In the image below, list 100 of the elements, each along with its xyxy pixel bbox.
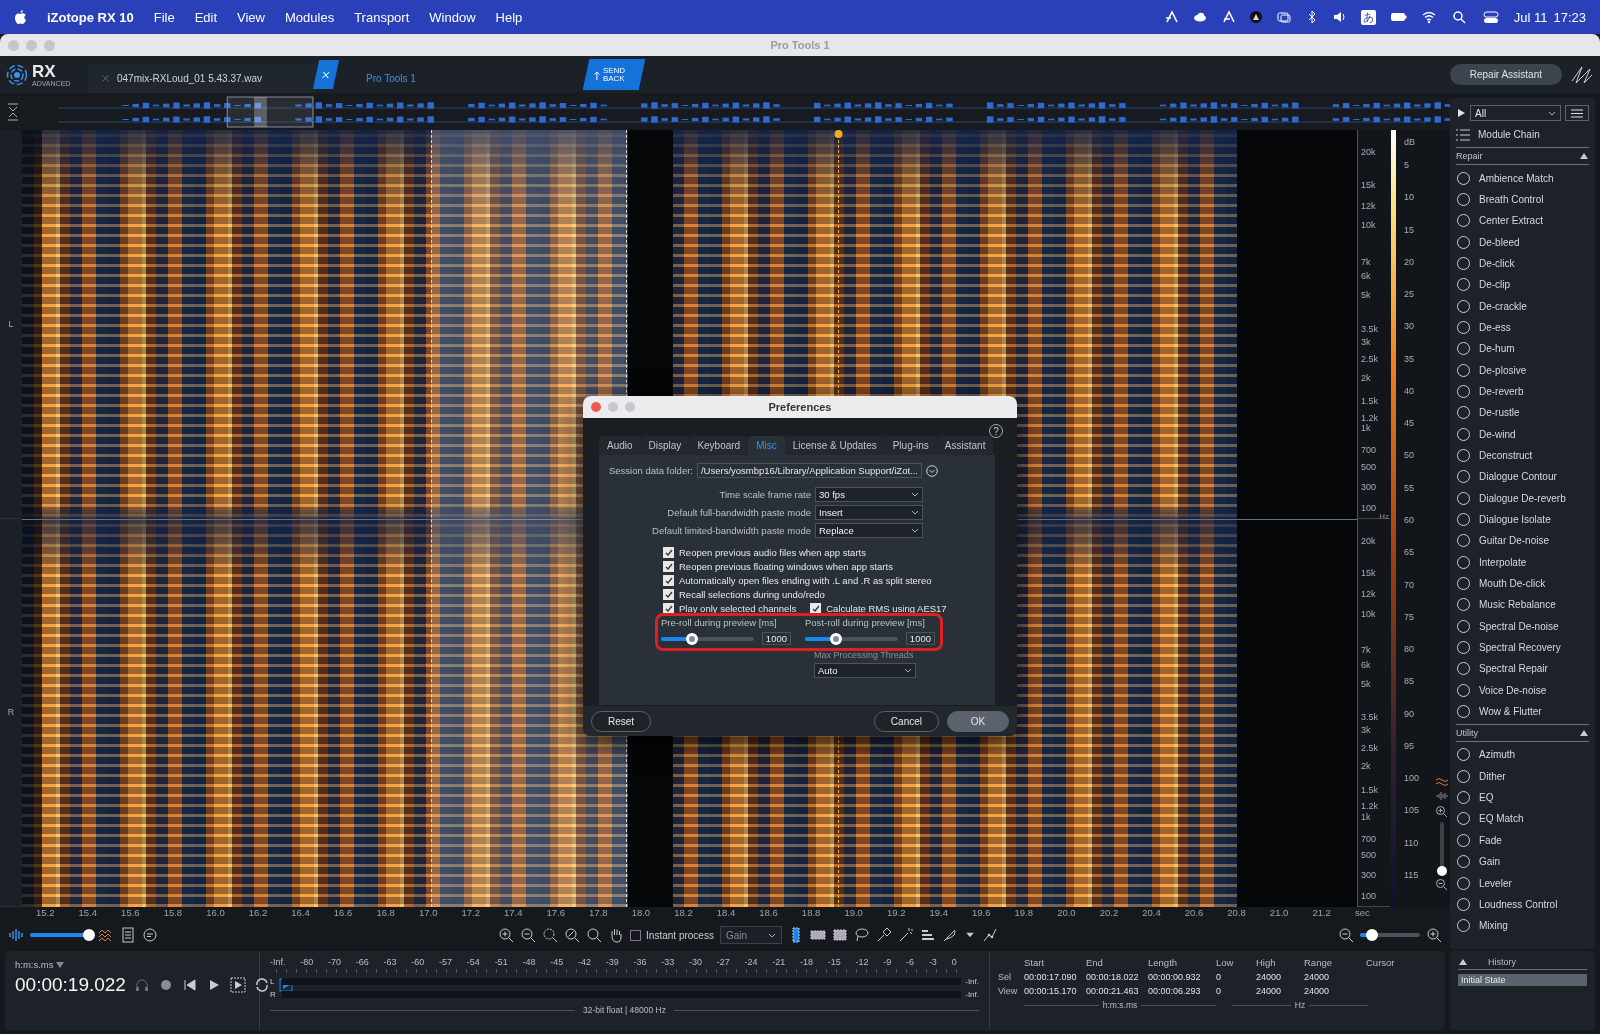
- module-item[interactable]: EQ: [1456, 786, 1589, 809]
- blend-slider-thumb[interactable]: [82, 929, 95, 941]
- rectangle-selection-icon[interactable]: [831, 927, 848, 943]
- zoom-out-icon[interactable]: [1338, 927, 1354, 943]
- battery-icon[interactable]: [1389, 10, 1407, 24]
- module-item[interactable]: De-bleed: [1456, 231, 1589, 253]
- app-menu[interactable]: iZotope RX 10: [47, 9, 134, 25]
- preferences-tab[interactable]: Misc: [748, 436, 785, 455]
- hand-icon[interactable]: [608, 927, 625, 943]
- module-item[interactable]: Voice De-noise: [1456, 679, 1589, 701]
- module-item[interactable]: De-rustle: [1456, 402, 1589, 424]
- slider-thumb[interactable]: [685, 632, 698, 645]
- volume-icon[interactable]: [1332, 10, 1347, 24]
- skip-back-icon[interactable]: [181, 977, 198, 993]
- curve-icon[interactable]: [981, 927, 998, 943]
- module-item[interactable]: Breath Control: [1456, 188, 1589, 211]
- module-item[interactable]: Spectral De-noise: [1456, 615, 1589, 637]
- repair-assistant-button[interactable]: Repair Assistant: [1449, 64, 1562, 85]
- module-item[interactable]: Loudness Control: [1456, 893, 1589, 916]
- zoom-in-icon[interactable]: [498, 927, 515, 943]
- notes-icon[interactable]: [120, 927, 136, 943]
- module-filter-dropdown[interactable]: All: [1470, 105, 1561, 121]
- dropdown[interactable]: 30 fps: [815, 487, 923, 502]
- lasso-icon[interactable]: [853, 927, 870, 943]
- vertical-zoom-thumb[interactable]: [1436, 866, 1447, 877]
- play-selection-icon[interactable]: [229, 977, 246, 993]
- play-icon[interactable]: [1456, 108, 1466, 118]
- spectrum-icon[interactable]: [98, 927, 114, 943]
- module-item[interactable]: Deconstruct: [1456, 444, 1589, 467]
- module-item[interactable]: Fade: [1456, 829, 1589, 851]
- preferences-tab[interactable]: License & Updates: [784, 436, 885, 455]
- apple-icon[interactable]: [14, 9, 27, 25]
- module-item[interactable]: Dialogue Isolate: [1456, 508, 1589, 531]
- group-header[interactable]: Utility: [1456, 724, 1589, 743]
- module-item[interactable]: De-ess: [1456, 316, 1589, 339]
- group-header[interactable]: Repair: [1456, 147, 1589, 166]
- module-item[interactable]: De-hum: [1456, 338, 1589, 360]
- menu-item[interactable]: Modules: [285, 9, 335, 25]
- a-logo-icon[interactable]: [1220, 10, 1235, 24]
- chevron-down-icon[interactable]: [926, 464, 938, 477]
- module-item[interactable]: Ambience Match: [1456, 167, 1589, 189]
- preferences-tab[interactable]: Audio: [599, 436, 641, 455]
- chat-icon[interactable]: [142, 927, 158, 943]
- preferences-tab[interactable]: Display: [640, 436, 690, 455]
- module-item[interactable]: Gain: [1456, 851, 1589, 873]
- zoom-out-icon[interactable]: [520, 927, 537, 943]
- module-item[interactable]: Leveler: [1456, 872, 1589, 894]
- module-item[interactable]: Dialogue De-reverb: [1456, 487, 1589, 509]
- dialog-button[interactable]: OK: [947, 710, 1009, 732]
- wave-icon[interactable]: [1435, 777, 1448, 787]
- module-item[interactable]: De-reverb: [1456, 380, 1589, 403]
- collapse-triangle-icon[interactable]: [1458, 958, 1468, 966]
- dialog-button[interactable]: Reset: [591, 710, 652, 732]
- close-window-button[interactable]: [591, 402, 601, 412]
- send-back-button[interactable]: SEND BACK: [582, 59, 646, 90]
- module-item[interactable]: Spectral Recovery: [1456, 636, 1589, 659]
- slider-thumb[interactable]: [829, 632, 842, 645]
- slider-value-field[interactable]: 1000: [761, 632, 791, 645]
- frequency-selection-icon[interactable]: [809, 927, 826, 943]
- module-item[interactable]: Interpolate: [1456, 551, 1589, 573]
- zoom-out-icon[interactable]: [1435, 878, 1448, 891]
- brush-icon[interactable]: [875, 927, 892, 943]
- module-item[interactable]: De-wind: [1456, 423, 1589, 445]
- windows-icon[interactable]: [1276, 10, 1291, 24]
- module-item[interactable]: De-crackle: [1456, 295, 1589, 317]
- preferences-tab[interactable]: Keyboard: [689, 436, 749, 455]
- menu-item[interactable]: Transport: [354, 9, 410, 25]
- module-item[interactable]: EQ Match: [1456, 808, 1589, 830]
- module-item[interactable]: Wow & Flutter: [1456, 700, 1589, 723]
- control-center-icon[interactable]: [1482, 10, 1500, 24]
- zoom-selection-icon[interactable]: [542, 927, 559, 943]
- module-item[interactable]: Guitar De-noise: [1456, 530, 1589, 552]
- menu-item[interactable]: Help: [495, 9, 523, 25]
- module-item[interactable]: Center Extract: [1456, 210, 1589, 232]
- waveform-icon[interactable]: [8, 927, 24, 943]
- feather-icon[interactable]: [941, 927, 958, 943]
- module-item[interactable]: Azimuth: [1456, 744, 1589, 766]
- module-item[interactable]: Mouth De-click: [1456, 572, 1589, 595]
- dialog-button[interactable]: Cancel: [873, 710, 939, 732]
- close-icon[interactable]: [102, 75, 109, 82]
- search-icon[interactable]: [586, 927, 603, 943]
- module-item[interactable]: De-click: [1456, 252, 1589, 275]
- file-tab[interactable]: 047mix-RXLoud_01 5.43.37.wav: [88, 64, 316, 93]
- preferences-tab[interactable]: Assistant: [936, 436, 994, 455]
- wifi-icon[interactable]: [1420, 10, 1438, 24]
- headphones-icon[interactable]: [133, 977, 150, 993]
- module-item[interactable]: Music Rebalance: [1456, 594, 1589, 616]
- session-folder-field[interactable]: /Users/yosmbp16/Library/Application Support/iZot...: [697, 463, 922, 478]
- module-item[interactable]: Dialogue Contour: [1456, 466, 1589, 488]
- module-item[interactable]: De-clip: [1456, 274, 1589, 296]
- module-item[interactable]: Dither: [1456, 765, 1589, 787]
- module-item[interactable]: Mixing: [1456, 915, 1589, 937]
- module-item[interactable]: Spectral Repair: [1456, 658, 1589, 680]
- dropdown[interactable]: Insert: [815, 505, 923, 520]
- zoom-in-icon[interactable]: [1435, 805, 1448, 818]
- circle-icon[interactable]: [1248, 10, 1263, 24]
- menu-item[interactable]: Edit: [194, 9, 218, 25]
- history-item[interactable]: Initial State: [1458, 974, 1587, 986]
- checkbox[interactable]: [630, 929, 642, 941]
- harmonic-icon[interactable]: [919, 927, 936, 943]
